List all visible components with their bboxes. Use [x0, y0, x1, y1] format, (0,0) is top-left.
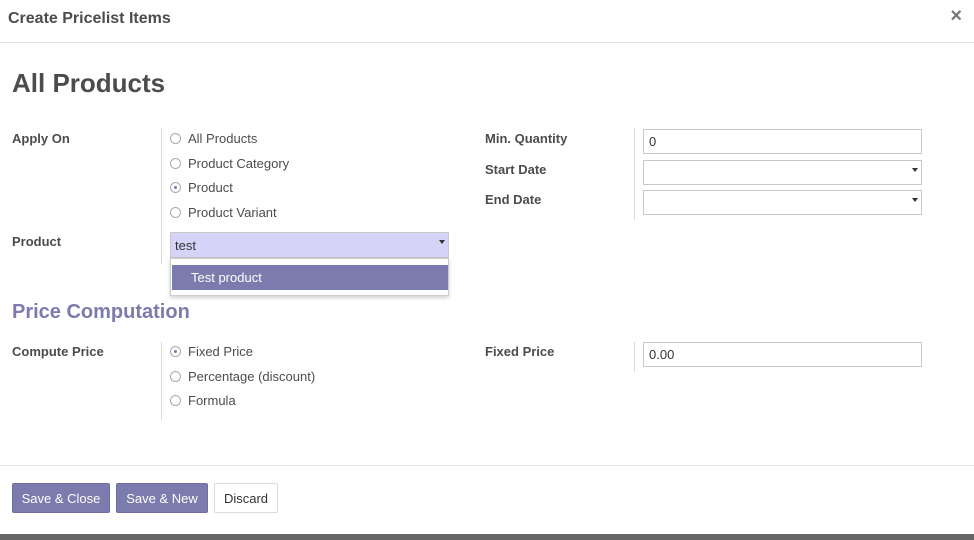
- radio-compute-formula[interactable]: Formula: [170, 393, 236, 408]
- backdrop-strip: [0, 534, 974, 540]
- modal-header: Create Pricelist Items ×: [0, 0, 974, 43]
- radio-label: Fixed Price: [188, 344, 254, 359]
- compute-price-label: Compute Price: [12, 344, 104, 359]
- radio-label: Product Variant: [188, 205, 277, 220]
- fixed-price-input[interactable]: [643, 342, 922, 367]
- radio-circle[interactable]: [170, 158, 181, 169]
- radio-circle[interactable]: [170, 133, 181, 144]
- save-close-button[interactable]: Save & Close: [12, 483, 110, 513]
- radio-label: All Products: [188, 131, 258, 146]
- autocomplete-dropdown: Test product: [170, 258, 449, 296]
- start-date-input[interactable]: [643, 160, 922, 185]
- min-quantity-input[interactable]: [643, 129, 922, 154]
- radio-label: Product Category: [188, 156, 290, 171]
- end-date-input[interactable]: [643, 190, 922, 215]
- modal-title: Create Pricelist Items: [8, 10, 171, 27]
- fixed-price-label: Fixed Price: [485, 344, 555, 359]
- save-new-button[interactable]: Save & New: [116, 483, 208, 513]
- radio-apply-product[interactable]: Product: [170, 180, 233, 195]
- radio-apply-product-variant[interactable]: Product Variant: [170, 205, 277, 220]
- radio-circle[interactable]: [170, 207, 181, 218]
- apply-on-label: Apply On: [12, 131, 70, 146]
- chevron-down-icon[interactable]: [912, 198, 918, 202]
- radio-circle[interactable]: [170, 395, 181, 406]
- end-date-label: End Date: [485, 192, 542, 207]
- chevron-down-icon[interactable]: [912, 168, 918, 172]
- radio-apply-all-products[interactable]: All Products: [170, 131, 257, 146]
- radio-compute-fixed-price[interactable]: Fixed Price: [170, 344, 253, 359]
- radio-label: Product: [188, 180, 233, 195]
- field-separator: [634, 128, 635, 220]
- autocomplete-item[interactable]: Test product: [172, 265, 448, 290]
- discard-button[interactable]: Discard: [214, 483, 278, 513]
- product-label: Product: [12, 234, 62, 249]
- product-input-value[interactable]: test: [175, 238, 196, 253]
- radio-circle-checked[interactable]: [170, 182, 181, 193]
- section-title-price-computation: Price Computation: [12, 301, 190, 323]
- field-separator: [161, 342, 162, 420]
- close-icon[interactable]: ×: [950, 6, 962, 26]
- radio-apply-product-category[interactable]: Product Category: [170, 156, 289, 171]
- radio-label: Percentage (discount): [188, 369, 316, 384]
- radio-compute-percentage[interactable]: Percentage (discount): [170, 369, 315, 384]
- radio-label: Formula: [188, 393, 236, 408]
- min-quantity-label: Min. Quantity: [485, 131, 568, 146]
- field-separator: [161, 128, 162, 264]
- radio-circle[interactable]: [170, 371, 181, 382]
- record-title: All Products: [12, 68, 166, 98]
- field-separator: [634, 342, 635, 372]
- product-many2one-input[interactable]: test: [170, 232, 449, 258]
- radio-circle-checked[interactable]: [170, 346, 181, 357]
- start-date-label: Start Date: [485, 162, 547, 177]
- modal-footer: Save & Close Save & New Discard: [0, 465, 974, 534]
- chevron-down-icon[interactable]: [439, 240, 445, 244]
